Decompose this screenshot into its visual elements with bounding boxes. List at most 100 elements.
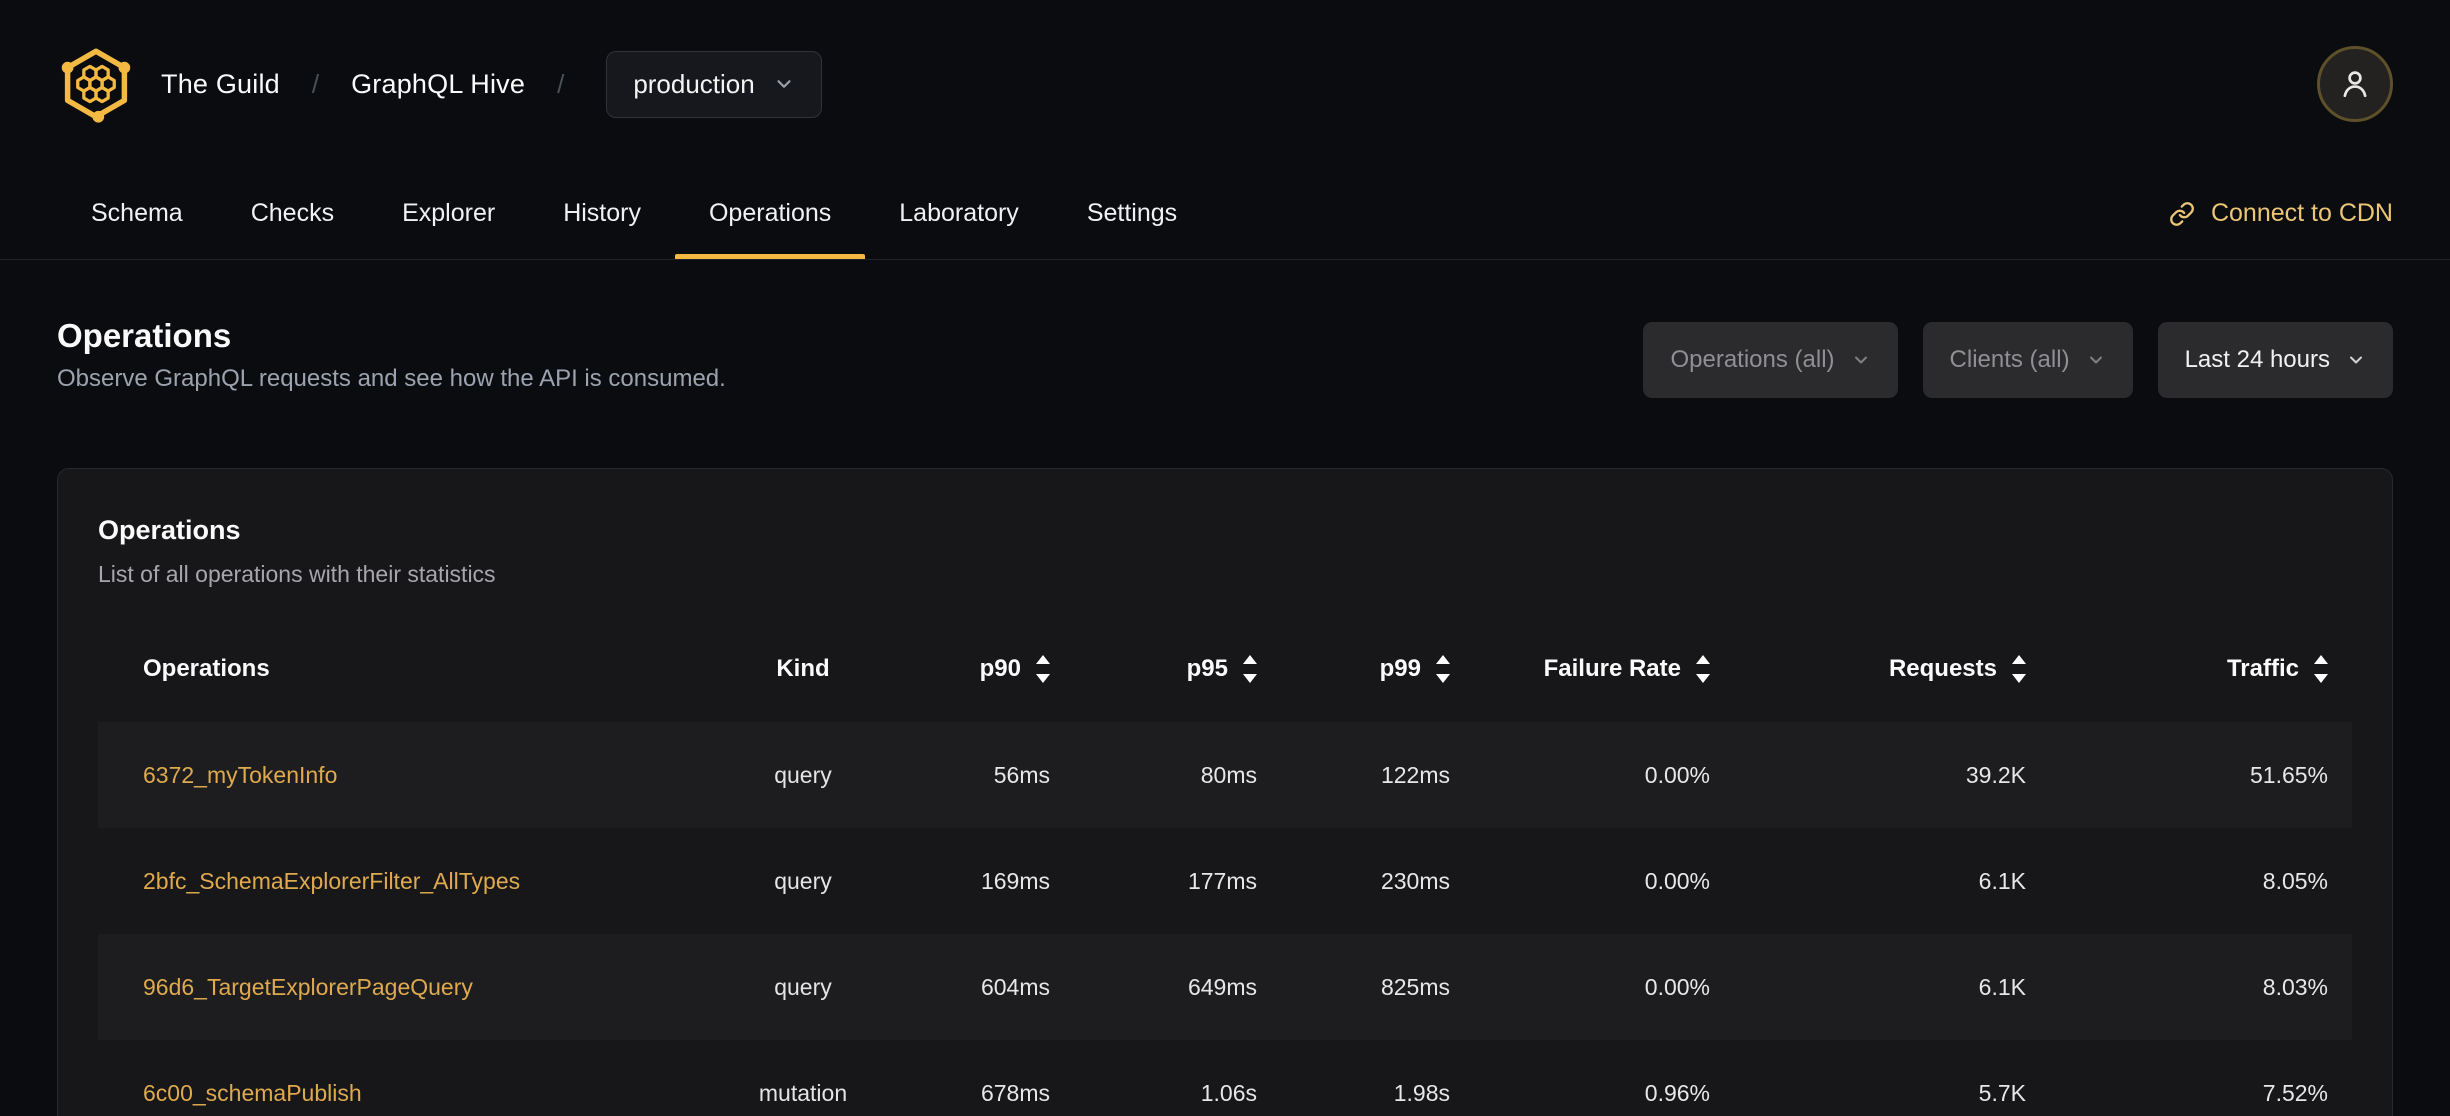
tab-settings[interactable]: Settings (1053, 168, 1211, 259)
sort-asc-icon (1036, 654, 1050, 664)
cell-traffic: 8.03% (2262, 973, 2328, 1000)
page-title: Operations (57, 317, 232, 354)
cell-p95: 80ms (1200, 761, 1257, 788)
operations-filter-dropdown[interactable]: Operations (all) (1643, 322, 1898, 398)
operation-link[interactable]: 96d6_TargetExplorerPageQuery (143, 974, 473, 1000)
sort-asc-icon (2314, 654, 2328, 664)
connect-cdn-link[interactable]: Connect to CDN (2169, 168, 2393, 259)
col-header-operations: Operations (143, 654, 270, 682)
cell-traffic: 8.05% (2262, 867, 2328, 894)
target-selector-value: production (633, 68, 755, 99)
operations-filter-label: Operations (all) (1670, 346, 1835, 373)
cell-requests: 6.1K (1978, 867, 2026, 894)
col-header-p90-sort[interactable]: p90 (948, 654, 1074, 683)
breadcrumb: The Guild / GraphQL Hive / production (57, 43, 822, 125)
sort-asc-icon (1243, 654, 1257, 664)
cell-traffic: 7.52% (2262, 1079, 2328, 1106)
col-header-kind: Kind (776, 654, 830, 682)
sort-asc-icon (1436, 654, 1450, 664)
cell-kind: query (774, 761, 832, 788)
target-selector[interactable]: production (606, 50, 822, 118)
page-header-text: Operations Observe GraphQL requests and … (57, 316, 726, 394)
table-body: 6372_myTokenInfo query 56ms 80ms 122ms 0… (98, 722, 2352, 1116)
sort-desc-icon (1243, 673, 1257, 683)
table-row: 6c00_schemaPublish mutation 678ms 1.06s … (98, 1040, 2352, 1116)
operation-link[interactable]: 2bfc_SchemaExplorerFilter_AllTypes (143, 868, 520, 894)
operations-card: Operations List of all operations with t… (57, 468, 2393, 1116)
sort-arrows-icon (2314, 654, 2328, 683)
top-header: The Guild / GraphQL Hive / production (0, 0, 2450, 168)
page-subtitle: Observe GraphQL requests and see how the… (57, 365, 726, 392)
cell-kind: mutation (758, 1079, 848, 1106)
user-avatar[interactable] (2317, 46, 2393, 122)
chevron-down-icon (2350, 356, 2362, 364)
cell-p90: 56ms (993, 761, 1050, 788)
cell-traffic: 51.65% (2249, 761, 2328, 788)
period-filter-label: Last 24 hours (2184, 346, 2330, 373)
org-name[interactable]: The Guild (161, 69, 280, 100)
table-row: 2bfc_SchemaExplorerFilter_AllTypes query… (98, 828, 2352, 934)
chevron-down-icon (1854, 356, 1867, 364)
cell-failure-rate: 0.00% (1644, 761, 1710, 788)
cell-p95: 649ms (1187, 973, 1257, 1000)
sort-desc-icon (2012, 673, 2026, 683)
breadcrumb-separator: / (311, 68, 320, 99)
cell-requests: 6.1K (1978, 973, 2026, 1000)
sort-desc-icon (1036, 673, 1050, 683)
filters: Operations (all) Clients (all) Last 24 h… (1643, 322, 2393, 398)
operations-table: Operations Kind p90 p95 p99 Failure Rate (98, 615, 2352, 1116)
cell-p90: 678ms (980, 1079, 1050, 1106)
sort-arrows-icon (2012, 654, 2026, 683)
cell-p99: 1.98s (1393, 1079, 1450, 1106)
table-header-row: Operations Kind p90 p95 p99 Failure Rate (98, 615, 2352, 722)
cell-failure-rate: 0.00% (1644, 973, 1710, 1000)
clients-filter-dropdown[interactable]: Clients (all) (1922, 322, 2133, 398)
sort-arrows-icon (1696, 654, 1710, 683)
cell-kind: query (774, 973, 832, 1000)
sort-desc-icon (1436, 673, 1450, 683)
sort-asc-icon (1696, 654, 1710, 664)
chevron-down-icon (2089, 356, 2102, 364)
table-row: 6372_myTokenInfo query 56ms 80ms 122ms 0… (98, 722, 2352, 828)
hive-logo-icon (61, 48, 131, 123)
cell-p99: 230ms (1380, 867, 1450, 894)
tab-operations[interactable]: Operations (674, 168, 866, 259)
col-header-p99-sort[interactable]: p99 (1281, 654, 1474, 683)
main-content: Operations Observe GraphQL requests and … (0, 316, 2450, 1116)
cell-requests: 5.7K (1978, 1079, 2026, 1106)
operation-link[interactable]: 6372_myTokenInfo (143, 762, 337, 788)
tab-explorer[interactable]: Explorer (368, 168, 529, 259)
chevron-down-icon (777, 80, 791, 88)
project-name[interactable]: GraphQL Hive (351, 69, 525, 100)
tab-history[interactable]: History (529, 168, 675, 259)
card-title: Operations (98, 515, 241, 545)
period-filter-dropdown[interactable]: Last 24 hours (2157, 322, 2393, 398)
tab-checks[interactable]: Checks (217, 168, 368, 259)
col-header-requests-sort[interactable]: Requests (1734, 654, 2050, 683)
sort-arrows-icon (1036, 654, 1050, 683)
person-icon (2343, 71, 2367, 98)
table-row: 96d6_TargetExplorerPageQuery query 604ms… (98, 934, 2352, 1040)
tab-laboratory[interactable]: Laboratory (865, 168, 1053, 259)
operation-link[interactable]: 6c00_schemaPublish (143, 1080, 362, 1106)
cell-requests: 39.2K (1965, 761, 2026, 788)
cell-p99: 825ms (1380, 973, 1450, 1000)
link-icon (2170, 201, 2194, 226)
sort-arrows-icon (1436, 654, 1450, 683)
tab-schema[interactable]: Schema (57, 168, 217, 259)
col-header-traffic-sort[interactable]: Traffic (2050, 654, 2352, 683)
cell-p99: 122ms (1380, 761, 1450, 788)
col-header-p95-sort[interactable]: p95 (1074, 654, 1281, 683)
cell-p90: 169ms (980, 867, 1050, 894)
page-header: Operations Observe GraphQL requests and … (57, 316, 2393, 398)
sort-desc-icon (2314, 673, 2328, 683)
sort-desc-icon (1696, 673, 1710, 683)
cell-kind: query (774, 867, 832, 894)
sort-arrows-icon (1243, 654, 1257, 683)
cell-failure-rate: 0.00% (1644, 867, 1710, 894)
cell-p90: 604ms (980, 973, 1050, 1000)
col-header-failure-rate-sort[interactable]: Failure Rate (1474, 654, 1734, 683)
main-nav: Schema Checks Explorer History Operation… (0, 168, 2450, 260)
sort-asc-icon (2012, 654, 2026, 664)
connect-cdn-label: Connect to CDN (2210, 199, 2393, 227)
